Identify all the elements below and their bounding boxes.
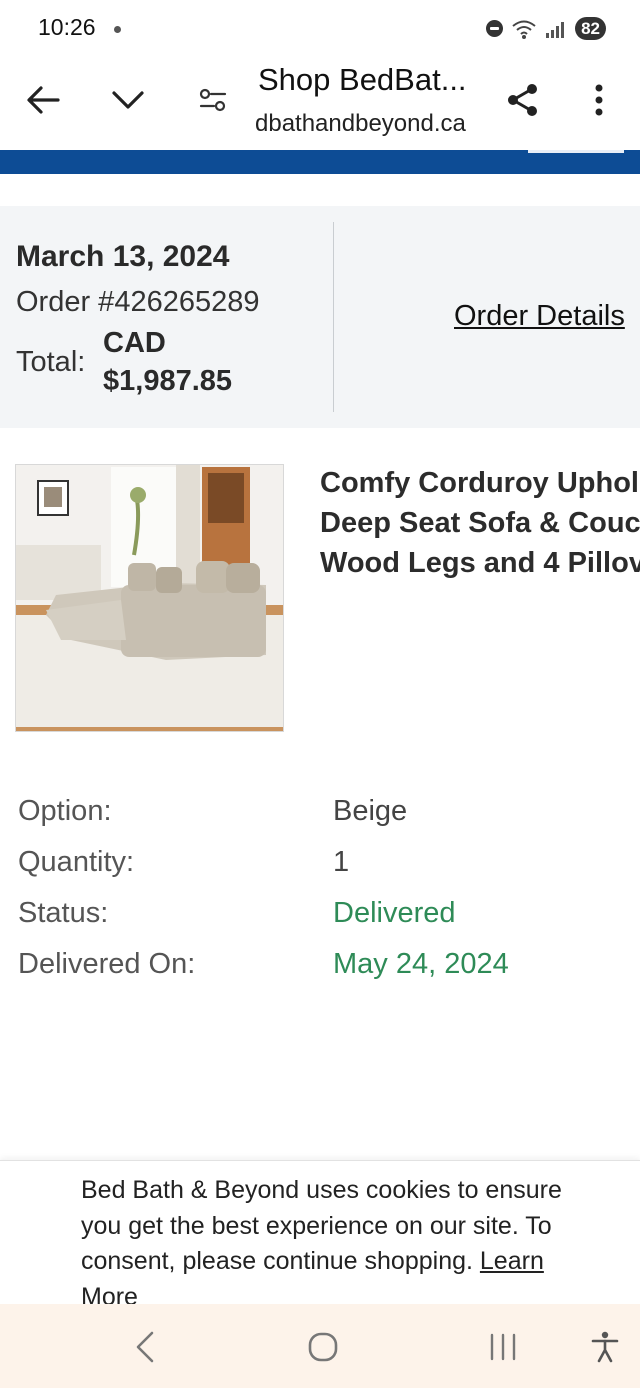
cookie-text: Bed Bath & Beyond uses cookies to ensure… [81,1173,601,1304]
share-button[interactable] [498,75,548,125]
attribute-value: 1 [333,846,350,878]
notification-dot [114,26,121,33]
product-image[interactable] [15,464,284,732]
attribute-status: Status: Delivered [18,897,618,937]
back-button[interactable] [18,75,68,125]
system-nav-bar [0,1304,640,1388]
header-button-edge [528,150,624,153]
share-icon [508,84,537,116]
screen: 10:26 82 Shop BedBat... dbathandbeyond.c… [0,0,640,1388]
order-number: Order #426265289 [16,286,260,318]
product-title[interactable]: Comfy Corduroy Uphols Deep Seat Sofa & C… [320,463,640,583]
do-not-disturb-icon [486,20,504,37]
order-details-link[interactable]: Order Details [454,300,625,333]
site-header-strip [0,150,640,174]
accessibility-button[interactable] [580,1322,630,1372]
status-bar: 10:26 82 [0,0,640,58]
page-title[interactable]: Shop BedBat... [258,62,488,98]
attribute-label: Quantity: [18,846,135,878]
attribute-label: Delivered On: [18,948,196,980]
attribute-value: Beige [333,795,408,827]
more-vert-icon [595,84,603,116]
total-label: Total: [16,346,86,378]
home-nav-icon [308,1332,338,1362]
status-value: Delivered [333,897,456,929]
nav-recents-button[interactable] [478,1322,528,1372]
order-summary: March 13, 2024 Order #426265289 Total: C… [0,206,640,428]
total-currency: CAD [103,327,166,359]
status-time: 10:26 [38,14,96,40]
attribute-label: Option: [18,795,112,827]
wifi-icon [512,20,536,39]
nav-home-button[interactable] [298,1322,348,1372]
product-title-line-1: Comfy Corduroy Uphols [320,467,640,499]
back-arrow-icon [27,86,60,114]
attribute-label: Status: [18,897,109,929]
sofa-product-photo [16,465,283,731]
product-title-line-2: Deep Seat Sofa & Couc [320,507,640,539]
nav-back-button[interactable] [120,1322,170,1372]
attribute-delivered-on: Delivered On: May 24, 2024 [18,948,618,988]
more-options-button[interactable] [574,75,624,125]
cookie-banner: Bed Bath & Beyond uses cookies to ensure… [0,1160,640,1304]
site-settings-button[interactable] [188,75,238,125]
accessibility-icon [591,1331,619,1363]
signal-icon [546,21,565,38]
battery-indicator: 82 [575,17,606,40]
recents-nav-icon [490,1333,516,1361]
url-text[interactable]: dbathandbeyond.ca [255,110,495,138]
status-icons: 82 [486,17,606,40]
delivered-date-value: May 24, 2024 [333,948,509,980]
collapse-button[interactable] [103,75,153,125]
attribute-quantity: Quantity: 1 [18,846,618,886]
site-settings-icon [199,88,227,112]
attribute-option: Option: Beige [18,795,618,835]
back-nav-icon [136,1331,154,1363]
order-date: March 13, 2024 [16,240,230,273]
summary-divider [333,222,334,412]
total-amount: $1,987.85 [103,365,233,397]
product-title-line-3: Wood Legs and 4 Pillov [320,547,640,579]
chevron-down-icon [112,91,144,109]
